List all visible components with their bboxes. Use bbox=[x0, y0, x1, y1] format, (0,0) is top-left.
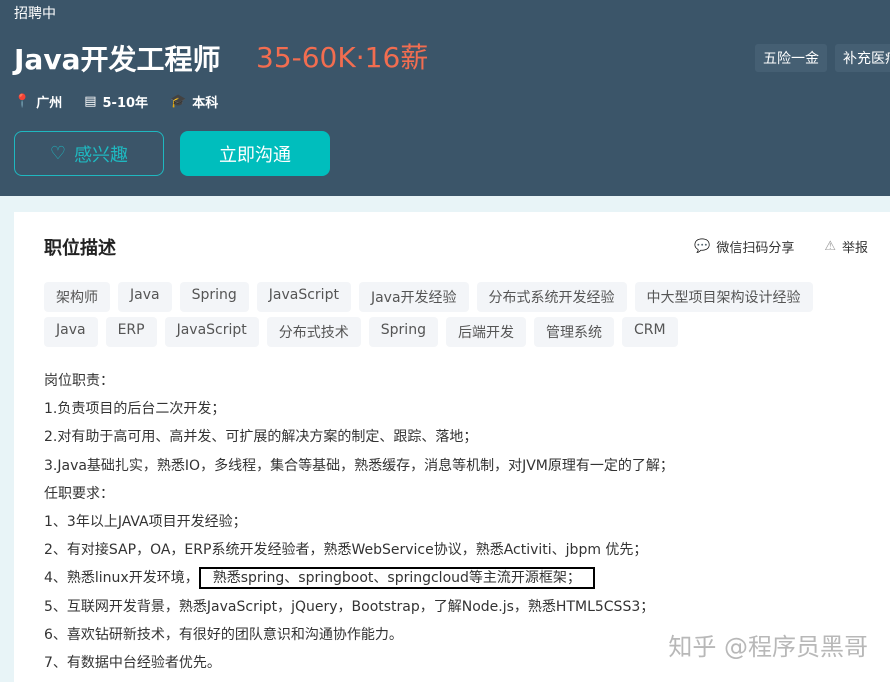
share-button[interactable]: 💬 微信扫码分享 bbox=[694, 237, 794, 256]
desc-line: 3.Java基础扎实，熟悉IO，多线程，集合等基础，熟悉缓存，消息等机制，对JV… bbox=[44, 457, 674, 474]
skill-tag: JavaScript bbox=[164, 317, 259, 347]
skill-tag: JavaScript bbox=[256, 282, 351, 312]
skill-tag: 架构师 bbox=[44, 282, 110, 312]
watermark: 知乎 @程序员黑哥 bbox=[668, 633, 868, 661]
skill-tags-row: 架构师 Java Spring JavaScript Java开发经验 分布式系… bbox=[44, 282, 813, 312]
graduation-cap-icon: 🎓 bbox=[170, 94, 187, 109]
report-label: 举报 bbox=[841, 241, 868, 256]
skill-tag: 管理系统 bbox=[533, 317, 614, 347]
experience: 5-10年 bbox=[102, 96, 149, 111]
desc-line: 4、熟悉linux开发环境， 熟悉spring、springboot、spring… bbox=[44, 564, 674, 592]
heart-icon: ♡ bbox=[49, 143, 67, 164]
interested-label: 感兴趣 bbox=[74, 144, 129, 166]
job-title: Java开发工程师 bbox=[14, 43, 221, 76]
welfare-tag: 五险一金 bbox=[755, 44, 827, 72]
interested-button[interactable]: ♡ 感兴趣 bbox=[14, 131, 164, 176]
skill-tag: Spring bbox=[179, 282, 249, 312]
job-status: 招聘中 bbox=[14, 6, 56, 22]
desc-line: 岗位职责： bbox=[44, 373, 114, 389]
skill-tag: CRM bbox=[621, 317, 678, 347]
briefcase-icon: ▤ bbox=[84, 94, 97, 109]
chat-bubble-icon: 💬 bbox=[694, 239, 711, 254]
desc-line: 1.负责项目的后台二次开发； bbox=[44, 401, 226, 418]
desc-line-prefix: 4、熟悉linux开发环境， bbox=[44, 570, 199, 587]
skill-tag: 中大型项目架构设计经验 bbox=[634, 282, 813, 312]
warning-icon: ⚠ bbox=[824, 239, 836, 254]
desc-line: 2、有对接SAP，OA，ERP系统开发经验者，熟悉WebService协议，熟悉… bbox=[44, 542, 648, 559]
welfare-tag: 补充医疗 bbox=[835, 44, 890, 72]
degree: 本科 bbox=[192, 96, 219, 111]
job-meta: 📍 广州 ▤ 5-10年 🎓 本科 bbox=[14, 92, 218, 111]
desc-line: 6、喜欢钻研新技术，有很好的团队意识和沟通协作能力。 bbox=[44, 626, 403, 643]
job-description-card: 职位描述 💬 微信扫码分享 ⚠ 举报 架构师 Java Spring JavaScr… bbox=[14, 212, 890, 682]
desc-line: 2.对有助于高可用、高并发、可扩展的解决方案的制定、跟踪、落地； bbox=[44, 429, 478, 446]
desc-line: 任职要求： bbox=[44, 485, 114, 502]
skill-tag: Java bbox=[44, 317, 98, 347]
desc-line: 1、3年以上JAVA项目开发经验； bbox=[44, 514, 247, 531]
skill-tag: Java bbox=[118, 282, 172, 312]
location-icon: 📍 bbox=[14, 94, 31, 109]
skill-tags-row: Java ERP JavaScript 分布式技术 Spring 后端开发 管理… bbox=[44, 317, 678, 347]
job-salary: 35-60K·16薪 bbox=[256, 41, 429, 74]
job-description-text: 岗位职责： 1.负责项目的后台二次开发； 2.对有助于高可用、高并发、可扩展的解… bbox=[44, 367, 674, 677]
report-button[interactable]: ⚠ 举报 bbox=[824, 237, 868, 256]
skill-tag: 分布式技术 bbox=[266, 317, 361, 347]
skill-tag: Spring bbox=[368, 317, 438, 347]
share-label: 微信扫码分享 bbox=[716, 241, 795, 256]
welfare-tags: 五险一金 补充医疗 bbox=[755, 44, 890, 72]
section-title: 职位描述 bbox=[44, 238, 116, 259]
skill-tag: Java开发经验 bbox=[358, 282, 469, 312]
chat-now-button[interactable]: 立即沟通 bbox=[180, 131, 330, 176]
job-header: 招聘中 Java开发工程师 35-60K·16薪 五险一金 补充医疗 📍 广州 ▤… bbox=[0, 0, 890, 196]
skill-tag: ERP bbox=[105, 317, 157, 347]
city: 广州 bbox=[36, 96, 63, 111]
skill-tag: 分布式系统开发经验 bbox=[476, 282, 627, 312]
highlighted-text: 熟悉spring、springboot、springcloud等主流开源框架； bbox=[198, 567, 595, 590]
skill-tag: 后端开发 bbox=[445, 317, 526, 347]
desc-line: 7、有数据中台经验者优先。 bbox=[44, 655, 221, 672]
desc-line: 5、互联网开发背景，熟悉JavaScript，jQuery，Bootstrap，… bbox=[44, 598, 655, 615]
